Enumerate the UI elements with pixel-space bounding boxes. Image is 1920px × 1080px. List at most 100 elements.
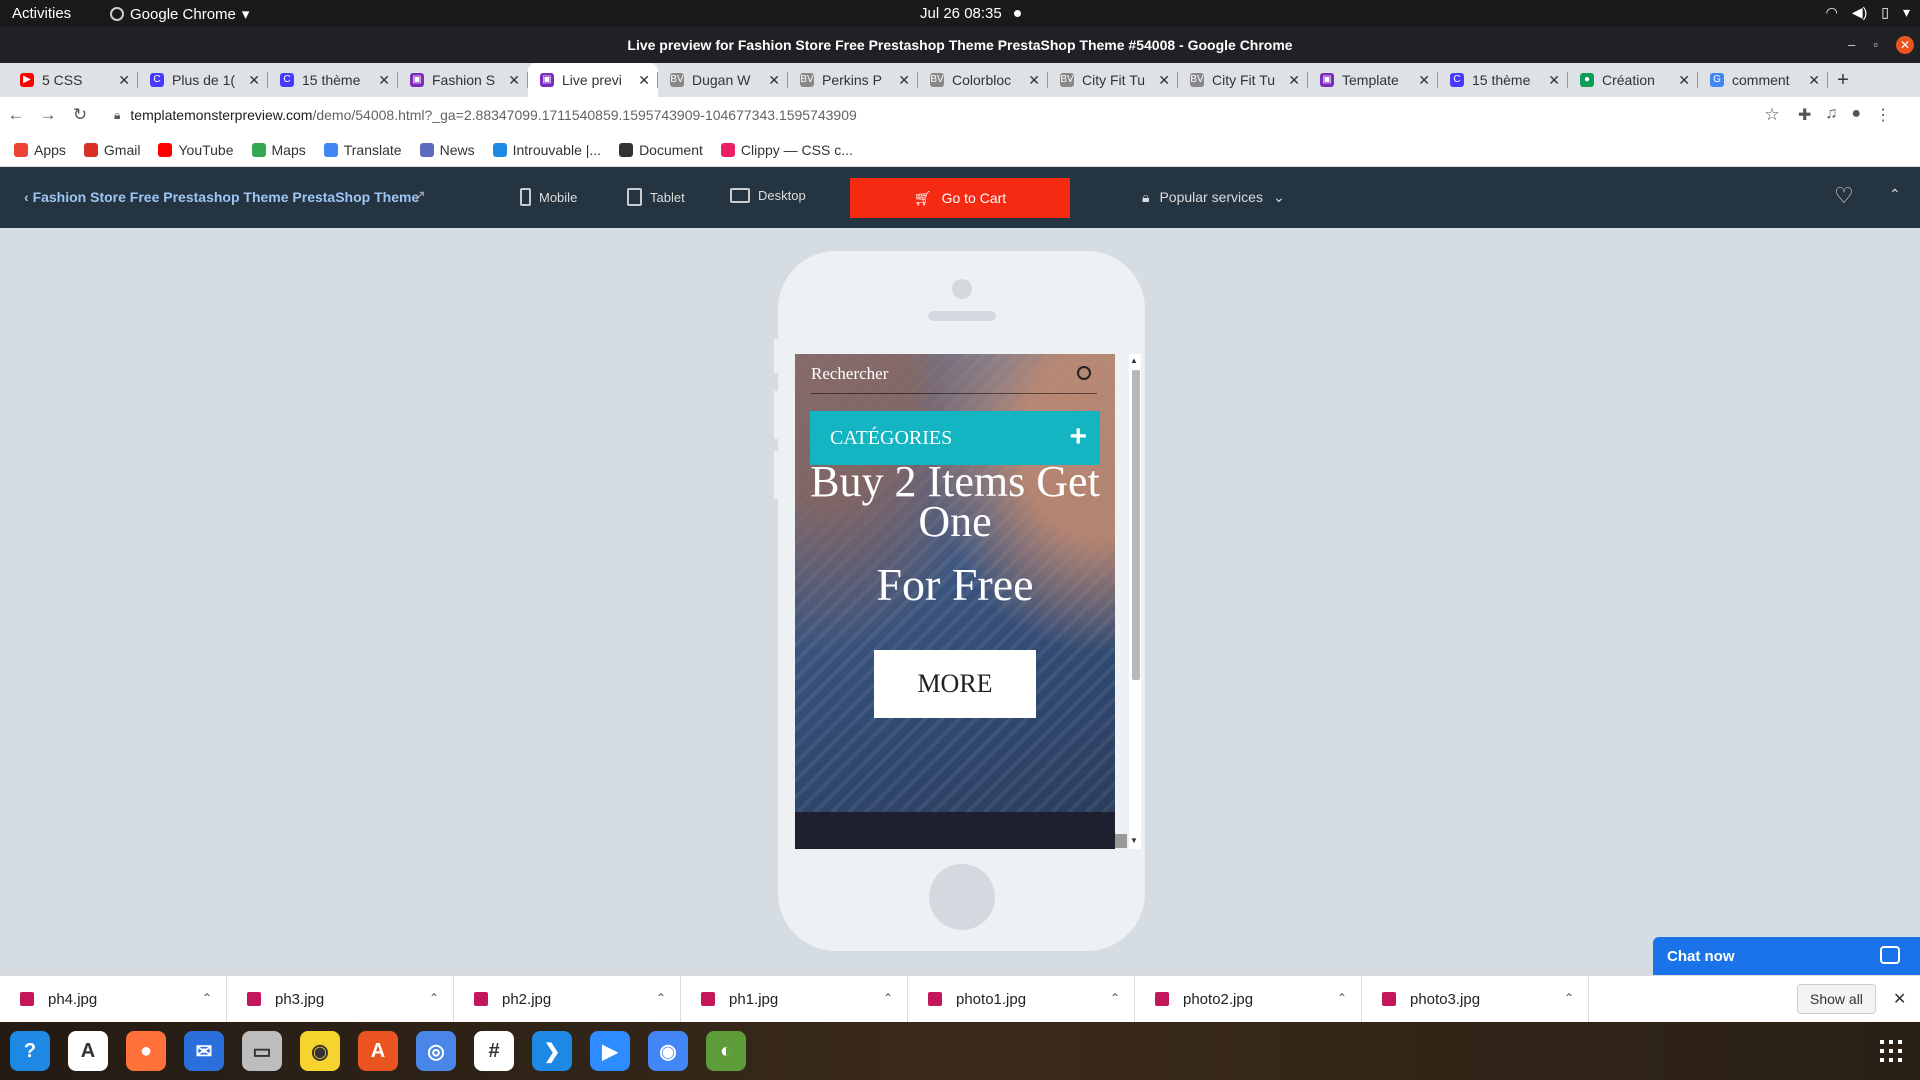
- lock-icon[interactable]: 🔒︎: [114, 108, 120, 123]
- more-button[interactable]: MORE: [874, 650, 1036, 718]
- download-item[interactable]: ph4.jpg ⌃: [0, 975, 227, 1023]
- bookmark-item[interactable]: Introuvable |...: [492, 142, 601, 158]
- download-item[interactable]: photo1.jpg ⌃: [908, 975, 1135, 1023]
- show-all-button[interactable]: Show all: [1797, 984, 1876, 1014]
- download-options-icon[interactable]: ⌃: [1564, 991, 1574, 1005]
- help-app-icon[interactable]: ?: [10, 1031, 50, 1071]
- media-icon[interactable]: ♫: [1825, 105, 1837, 125]
- tab-close-icon[interactable]: ✕: [1288, 72, 1300, 89]
- download-options-icon[interactable]: ⌃: [202, 991, 212, 1005]
- browser-tab[interactable]: ▣ Template ✕: [1308, 63, 1438, 97]
- tab-close-icon[interactable]: ✕: [1158, 72, 1170, 89]
- tab-close-icon[interactable]: ✕: [378, 72, 390, 89]
- tab-close-icon[interactable]: ✕: [118, 72, 130, 89]
- browser-tab[interactable]: BV City Fit Tu ✕: [1178, 63, 1308, 97]
- browser-tab[interactable]: C Plus de 1(✕: [138, 63, 268, 97]
- activities-button[interactable]: Activities: [12, 5, 71, 22]
- bookmark-item[interactable]: Document: [619, 142, 703, 158]
- show-applications-icon[interactable]: [1880, 1040, 1902, 1062]
- forward-arrow-icon[interactable]: →: [32, 105, 64, 125]
- tab-close-icon[interactable]: ✕: [898, 72, 910, 89]
- tab-close-icon[interactable]: ✕: [1548, 72, 1560, 89]
- slack-app-icon[interactable]: #: [474, 1031, 514, 1071]
- tab-close-icon[interactable]: ✕: [508, 72, 520, 89]
- browser-tab[interactable]: C 15 thème ✕: [268, 63, 398, 97]
- close-shelf-icon[interactable]: ✕: [1893, 989, 1906, 1009]
- tab-close-icon[interactable]: ✕: [768, 72, 780, 89]
- browser-tab[interactable]: Gcomment ✕: [1698, 63, 1828, 97]
- tablet-view-button[interactable]: Tablet: [627, 188, 685, 206]
- tab-close-icon[interactable]: ✕: [248, 72, 260, 89]
- download-item[interactable]: ph2.jpg ⌃: [454, 975, 681, 1023]
- software-app-icon[interactable]: A: [358, 1031, 398, 1071]
- bookmark-star-icon[interactable]: ☆: [1756, 105, 1788, 125]
- chat-now-button[interactable]: Chat now: [1653, 937, 1920, 975]
- browser-tab[interactable]: C 15 thème ✕: [1438, 63, 1568, 97]
- scroll-down-arrow-icon[interactable]: ▼: [1130, 836, 1138, 845]
- menu-dots-icon[interactable]: ⋮: [1875, 105, 1891, 125]
- download-options-icon[interactable]: ⌃: [883, 991, 893, 1005]
- close-window-icon[interactable]: ✕: [1896, 36, 1914, 54]
- web-app-icon[interactable]: ◐: [706, 1031, 746, 1071]
- search-input[interactable]: Rechercher: [811, 364, 1097, 394]
- bookmark-item[interactable]: Gmail: [83, 142, 140, 158]
- tab-close-icon[interactable]: ✕: [638, 72, 650, 89]
- browser-tab[interactable]: ● Création ✕: [1568, 63, 1698, 97]
- clock[interactable]: Jul 26 08:35: [920, 5, 1002, 22]
- extensions-icon[interactable]: ✚: [1798, 105, 1811, 125]
- mobile-view-button[interactable]: Mobile: [520, 188, 577, 206]
- minimize-icon[interactable]: –: [1848, 27, 1855, 63]
- app-menu[interactable]: Google Chrome ▾: [110, 5, 249, 23]
- thunderbird-app-icon[interactable]: ✉: [184, 1031, 224, 1071]
- back-arrow-icon[interactable]: ←: [0, 105, 32, 125]
- download-item[interactable]: ph3.jpg ⌃: [227, 975, 454, 1023]
- bookmark-item[interactable]: News: [419, 142, 475, 158]
- download-item[interactable]: photo2.jpg ⌃: [1135, 975, 1362, 1023]
- browser-tab[interactable]: BV City Fit Tu ✕: [1048, 63, 1178, 97]
- scrollbar-thumb[interactable]: [1132, 370, 1140, 680]
- rhythmbox-app-icon[interactable]: ◉: [300, 1031, 340, 1071]
- reload-icon[interactable]: ↻: [64, 105, 96, 125]
- tab-close-icon[interactable]: ✕: [1808, 72, 1820, 89]
- download-options-icon[interactable]: ⌃: [1337, 991, 1347, 1005]
- download-item[interactable]: photo3.jpg ⌃: [1362, 975, 1589, 1023]
- heart-icon[interactable]: ♡: [1834, 183, 1854, 209]
- download-options-icon[interactable]: ⌃: [1110, 991, 1120, 1005]
- bookmark-item[interactable]: Apps: [14, 142, 66, 158]
- popular-services-dropdown[interactable]: 🔒︎ Popular services ⌄: [1142, 189, 1285, 206]
- download-options-icon[interactable]: ⌃: [656, 991, 666, 1005]
- profile-avatar[interactable]: ●: [1851, 105, 1861, 125]
- bookmark-item[interactable]: Clippy — CSS c...: [720, 142, 853, 158]
- tab-close-icon[interactable]: ✕: [1678, 72, 1690, 89]
- system-tray[interactable]: ◠ ◀) ▯ ▾: [1826, 4, 1910, 21]
- tab-close-icon[interactable]: ✕: [1418, 72, 1430, 89]
- chromium-app-icon[interactable]: ◎: [416, 1031, 456, 1071]
- files-app-icon[interactable]: ▭: [242, 1031, 282, 1071]
- browser-tab[interactable]: BV Colorbloc ✕: [918, 63, 1048, 97]
- firefox-app-icon[interactable]: ●: [126, 1031, 166, 1071]
- bookmark-item[interactable]: YouTube: [158, 142, 234, 158]
- back-to-theme-link[interactable]: ‹ Fashion Store Free Prestashop Theme Pr…: [24, 189, 419, 205]
- external-link-icon[interactable]: ↗: [414, 187, 426, 204]
- maximize-icon[interactable]: ▫: [1873, 27, 1878, 63]
- download-item[interactable]: ph1.jpg ⌃: [681, 975, 908, 1023]
- scroll-up-arrow-icon[interactable]: ▲: [1130, 356, 1138, 365]
- chrome-app-icon[interactable]: ◉: [648, 1031, 688, 1071]
- browser-tab[interactable]: ▣ Fashion S ✕: [398, 63, 528, 97]
- preview-scrollbar[interactable]: ▲ ▼: [1115, 354, 1141, 849]
- bookmark-item[interactable]: Translate: [323, 142, 402, 158]
- vscode-app-icon[interactable]: ❯: [532, 1031, 572, 1071]
- new-tab-icon[interactable]: +: [1828, 63, 1858, 97]
- address-bar[interactable]: 🔒︎ templatemonsterpreview.com/demo/54008…: [106, 100, 1756, 130]
- browser-tab[interactable]: ▶ 5 CSS ✕: [8, 63, 138, 97]
- tab-close-icon[interactable]: ✕: [1028, 72, 1040, 89]
- search-icon[interactable]: [1077, 366, 1091, 380]
- bookmark-item[interactable]: Maps: [251, 142, 306, 158]
- zoom-app-icon[interactable]: ▶: [590, 1031, 630, 1071]
- browser-tab[interactable]: BV Dugan W ✕: [658, 63, 788, 97]
- collapse-up-icon[interactable]: ⌃: [1889, 186, 1901, 203]
- desktop-view-button[interactable]: Desktop: [730, 188, 806, 203]
- browser-tab[interactable]: BV Perkins P ✕: [788, 63, 918, 97]
- go-to-cart-button[interactable]: 🛒︎ Go to Cart: [850, 178, 1070, 218]
- translate-app-icon[interactable]: A: [68, 1031, 108, 1071]
